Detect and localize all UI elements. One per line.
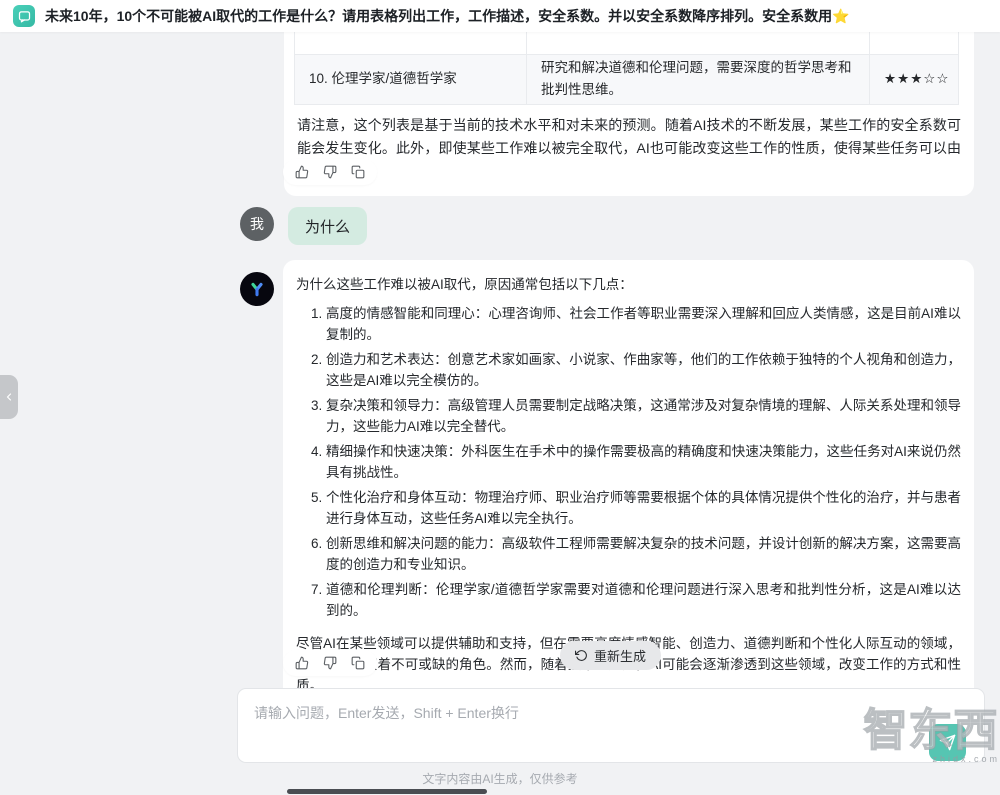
answer-points-list: 高度的情感智能和同理心：心理咨询师、社会工作者等职业需要深入理解和回应人类情感，… xyxy=(296,303,961,621)
ai-message-table: 10. 伦理学家/道德哲学家 研究和解决道德和伦理问题，需要深度的哲学思考和批判… xyxy=(284,32,974,196)
question-header: 未来10年，10个不可能被AI取代的工作是什么？请用表格列出工作，工作描述，安全… xyxy=(0,0,1000,32)
table-row-partial xyxy=(295,32,959,54)
question-title: 未来10年，10个不可能被AI取代的工作是什么？请用表格列出工作，工作描述，安全… xyxy=(45,6,850,26)
thumbs-up-icon xyxy=(295,656,309,670)
job-cell: 10. 伦理学家/道德哲学家 xyxy=(295,54,527,104)
thumbs-down-icon xyxy=(323,656,337,670)
description-cell: 研究和解决道德和伦理问题，需要深度的哲学思考和批判性思维。 xyxy=(527,54,870,104)
answer-point: 创造力和艺术表达：创意艺术家如画家、小说家、作曲家等，他们的工作依赖于独特的个人… xyxy=(326,349,961,391)
table-row: 10. 伦理学家/道德哲学家 研究和解决道德和伦理问题，需要深度的哲学思考和批判… xyxy=(295,54,959,104)
thumbs-down-button[interactable] xyxy=(319,161,341,183)
thumbs-up-button[interactable] xyxy=(291,161,313,183)
answer-point: 复杂决策和领导力：高级管理人员需要制定战略决策，这通常涉及对复杂情境的理解、人际… xyxy=(326,395,961,437)
answer-point: 创新思维和解决问题的能力：高级软件工程师需要解决复杂的技术问题，并设计创新的解决… xyxy=(326,533,961,575)
jobs-table: 10. 伦理学家/道德哲学家 研究和解决道德和伦理问题，需要深度的哲学思考和批判… xyxy=(294,32,959,105)
refresh-icon xyxy=(575,649,588,662)
send-button[interactable] xyxy=(929,724,966,761)
horizontal-scrollbar-thumb[interactable] xyxy=(287,789,487,794)
y-logo-icon xyxy=(246,278,268,300)
regenerate-label: 重新生成 xyxy=(594,646,646,665)
thumbs-up-icon xyxy=(295,165,309,179)
message-input-box xyxy=(237,688,985,763)
copy-icon xyxy=(351,165,365,179)
thumbs-down-button[interactable] xyxy=(319,652,341,674)
sidebar-collapse-button[interactable] xyxy=(0,375,18,419)
rating-cell: ★★★☆☆ xyxy=(870,54,959,104)
answer-point: 高度的情感智能和同理心：心理咨询师、社会工作者等职业需要深入理解和回应人类情感，… xyxy=(326,303,961,345)
regenerate-button[interactable]: 重新生成 xyxy=(560,641,661,670)
message-input[interactable] xyxy=(238,689,984,762)
message-actions xyxy=(283,650,377,676)
copy-button[interactable] xyxy=(347,652,369,674)
answer-point: 道德和伦理判断：伦理学家/道德哲学家需要对道德和伦理问题进行深入思考和批判性分析… xyxy=(326,579,961,621)
answer-point: 个性化治疗和身体互动：物理治疗师、职业治疗师等需要根据个体的具体情况提供个性化的… xyxy=(326,487,961,529)
table-note: 请注意，这个列表是基于当前的技术水平和对未来的预测。随着AI技术的不断发展，某些… xyxy=(297,114,961,183)
ai-avatar xyxy=(240,272,274,306)
chat-window-icon xyxy=(13,5,35,27)
copy-icon xyxy=(351,656,365,670)
user-avatar: 我 xyxy=(240,207,274,241)
thumbs-up-button[interactable] xyxy=(291,652,313,674)
message-actions xyxy=(283,159,377,185)
thumbs-down-icon xyxy=(323,165,337,179)
copy-button[interactable] xyxy=(347,161,369,183)
paper-plane-icon xyxy=(939,734,956,751)
chevron-left-icon xyxy=(3,391,15,403)
ai-disclaimer: 文字内容由AI生成，仅供参考 xyxy=(0,770,1000,787)
answer-point: 精细操作和快速决策：外科医生在手术中的操作需要极高的精确度和快速决策能力，这些任… xyxy=(326,441,961,483)
answer-intro: 为什么这些工作难以被AI取代，原因通常包括以下几点： xyxy=(296,274,961,295)
user-message-bubble: 为什么 xyxy=(288,207,367,245)
chat-app: 未来10年，10个不可能被AI取代的工作是什么？请用表格列出工作，工作描述，安全… xyxy=(0,0,1000,795)
